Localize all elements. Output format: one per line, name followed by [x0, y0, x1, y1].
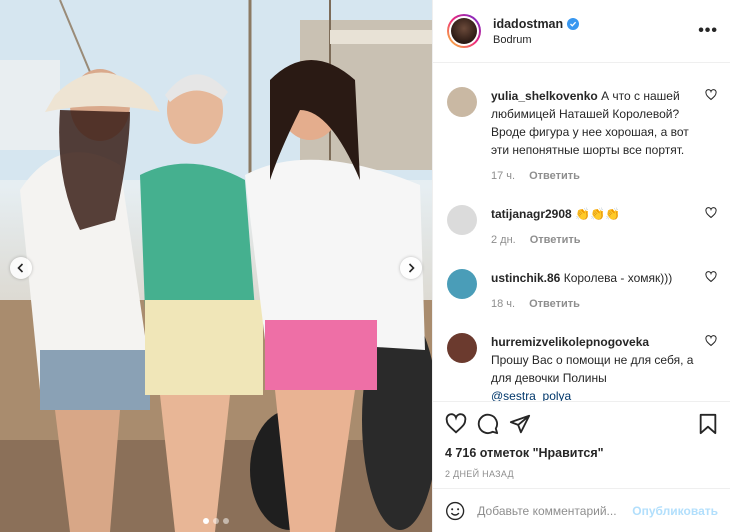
photo-scene: [0, 0, 432, 532]
commenter-avatar[interactable]: [447, 205, 477, 235]
commenter-avatar[interactable]: [447, 269, 477, 299]
post-location[interactable]: Bodrum: [493, 34, 698, 46]
carousel-dot: [213, 518, 219, 524]
like-heart-icon[interactable]: [445, 413, 467, 435]
comment-username[interactable]: hurremizvelikolepnogoveka: [491, 333, 696, 351]
comment-time[interactable]: 18 ч.: [491, 295, 515, 313]
instagram-post-modal: idadostman Bodrum ••• yulia_shelkovenko …: [0, 0, 730, 532]
comment-text: Королева - хомяк))): [563, 271, 673, 285]
comment-input[interactable]: [477, 503, 633, 518]
comment-item: hurremizvelikolepnogoveka Прошу Вас о по…: [447, 333, 718, 401]
heart-icon[interactable]: [704, 335, 718, 347]
comment-text: 👏👏👏: [575, 207, 620, 221]
post-actions: 4 716 отметок "Нравится" 2 ДНЕЙ НАЗАД: [433, 401, 730, 479]
chevron-right-icon: [408, 263, 415, 273]
emoji-smiley-icon[interactable]: [445, 500, 465, 522]
reply-button[interactable]: Ответить: [530, 231, 581, 249]
comments-list[interactable]: yulia_shelkovenko А что с нашей любимице…: [433, 63, 730, 401]
carousel-dot: [203, 518, 209, 524]
post-side-panel: idadostman Bodrum ••• yulia_shelkovenko …: [432, 0, 730, 532]
comment-item: yulia_shelkovenko А что с нашей любимице…: [447, 87, 718, 185]
comment-username[interactable]: yulia_shelkovenko: [491, 89, 598, 103]
verified-badge-icon: [567, 17, 580, 30]
add-comment-bar: Опубликовать: [433, 488, 730, 532]
carousel-dot: [223, 518, 229, 524]
post-header: idadostman Bodrum •••: [433, 0, 730, 63]
post-date[interactable]: 2 ДНЕЙ НАЗАД: [445, 469, 718, 479]
post-photo[interactable]: [0, 0, 432, 532]
bookmark-icon[interactable]: [698, 413, 718, 435]
comment-bubble-icon[interactable]: [477, 413, 499, 435]
share-paper-plane-icon[interactable]: [509, 413, 531, 435]
publish-button[interactable]: Опубликовать: [632, 504, 718, 518]
heart-icon[interactable]: [704, 271, 718, 283]
comment-item: tatijanagr2908 👏👏👏 2 дн. Ответить: [447, 205, 718, 249]
author-avatar[interactable]: [447, 14, 481, 48]
comment-item: ustinchik.86 Королева - хомяк))) 18 ч. О…: [447, 269, 718, 313]
reply-button[interactable]: Ответить: [529, 167, 580, 185]
carousel-indicator: [0, 518, 432, 524]
reply-button[interactable]: Ответить: [529, 295, 580, 313]
commenter-avatar[interactable]: [447, 87, 477, 117]
comment-time[interactable]: 2 дн.: [491, 231, 516, 249]
more-options-button[interactable]: •••: [698, 22, 718, 40]
chevron-left-icon: [17, 263, 24, 273]
likes-summary[interactable]: 4 716 отметок "Нравится": [445, 446, 718, 460]
commenter-avatar[interactable]: [447, 333, 477, 363]
comment-username[interactable]: tatijanagr2908: [491, 207, 572, 221]
comment-mention-link[interactable]: @sestra_polya: [491, 387, 696, 401]
comment-text: Прошу Вас о помощи не для себя, а для де…: [491, 353, 694, 385]
heart-icon[interactable]: [704, 207, 718, 219]
likes-count: 4 716: [445, 446, 477, 460]
likes-label: отметок "Нравится": [479, 446, 604, 460]
comment-time[interactable]: 17 ч.: [491, 167, 515, 185]
author-username[interactable]: idadostman: [493, 17, 563, 31]
next-photo-button[interactable]: [400, 257, 422, 279]
heart-icon[interactable]: [704, 89, 718, 101]
comment-username[interactable]: ustinchik.86: [491, 271, 560, 285]
previous-photo-button[interactable]: [10, 257, 32, 279]
